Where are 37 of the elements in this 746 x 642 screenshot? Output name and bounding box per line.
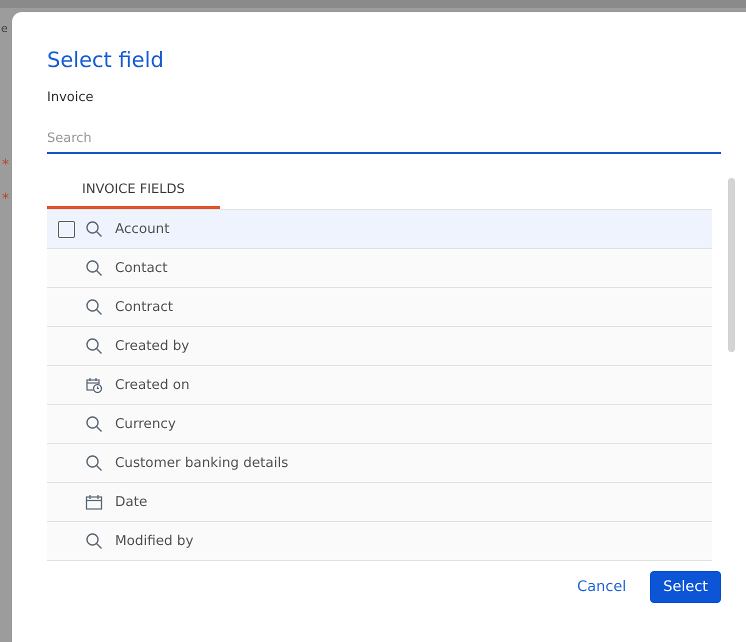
field-label: Created on xyxy=(115,377,190,393)
select-button[interactable]: Select xyxy=(650,571,721,603)
field-row[interactable]: Contact xyxy=(47,249,712,288)
dialog-title: Select field xyxy=(47,47,165,74)
field-row[interactable]: Date xyxy=(47,483,712,522)
field-row[interactable]: Modified by xyxy=(47,522,712,561)
field-label: Currency xyxy=(115,416,176,432)
field-row[interactable]: Currency xyxy=(47,405,712,444)
required-mark: * xyxy=(2,158,9,172)
field-label: Date xyxy=(115,494,148,510)
search-icon xyxy=(85,220,103,238)
subtitle: Invoice xyxy=(47,90,94,105)
field-label: Account xyxy=(115,221,170,237)
calendar-icon xyxy=(85,493,103,511)
field-row[interactable]: Customer banking details xyxy=(47,444,712,483)
required-mark: * xyxy=(2,192,9,206)
field-label: Customer banking details xyxy=(115,455,288,471)
search-icon xyxy=(85,532,103,550)
search-icon xyxy=(85,415,103,433)
cancel-button[interactable]: Cancel xyxy=(573,571,630,603)
search-icon xyxy=(85,298,103,316)
field-row[interactable]: Contract xyxy=(47,288,712,327)
field-label: Modified by xyxy=(115,533,194,549)
cut-text: e xyxy=(1,22,8,35)
field-label: Created by xyxy=(115,338,190,354)
search-icon xyxy=(85,454,103,472)
scrollbar[interactable] xyxy=(728,178,735,352)
field-row[interactable]: Account xyxy=(47,210,712,249)
field-row[interactable]: Created on xyxy=(47,366,712,405)
search-icon xyxy=(85,337,103,355)
search-field[interactable]: Search xyxy=(47,125,721,154)
field-label: Contract xyxy=(115,299,174,315)
field-label: Contact xyxy=(115,260,168,276)
field-row[interactable]: Created by xyxy=(47,327,712,366)
search-icon xyxy=(85,259,103,277)
calendar-clock-icon xyxy=(85,376,103,394)
checkbox[interactable] xyxy=(58,220,74,238)
